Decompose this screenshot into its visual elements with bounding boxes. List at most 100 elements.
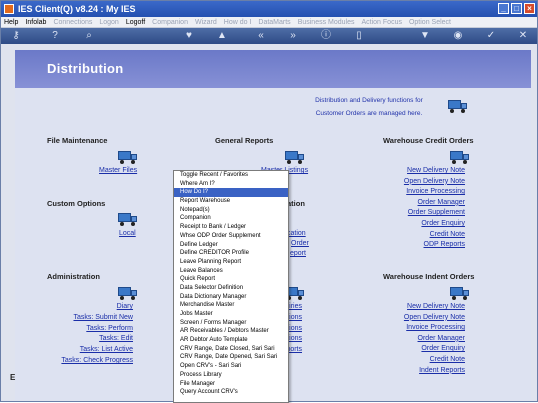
menu-item-companion: Companion xyxy=(152,18,188,26)
credit-order-link-4[interactable]: Order Supplement xyxy=(408,209,465,216)
up-arrow-icon[interactable]: ▲ xyxy=(216,30,228,42)
context-menu-item[interactable]: AR Debtor Auto Template xyxy=(174,336,288,345)
context-menu-item[interactable]: AR Receivables / Debtors Master xyxy=(174,327,288,336)
context-menu-item[interactable]: Notepad(s) xyxy=(174,206,288,215)
menu-bar: Help Infolab Connections Logon Logoff Compani… xyxy=(1,17,537,28)
context-menu-item[interactable]: How Do I? xyxy=(174,188,288,198)
section-middle-heading: ation xyxy=(287,199,305,208)
context-menu-item[interactable]: Companion xyxy=(174,214,288,223)
context-menu-item[interactable]: Leave Balances xyxy=(174,267,288,276)
link-middle-2[interactable]: Order xyxy=(291,240,309,247)
context-menu-item[interactable]: Whse ODP Order Supplement xyxy=(174,232,288,241)
menu-item-infolab[interactable]: Infolab xyxy=(25,19,46,26)
indent-order-link-5[interactable]: Credit Note xyxy=(430,356,465,363)
context-menu-item[interactable]: Toggle Recent / Favorites xyxy=(174,171,288,180)
credit-order-link-0[interactable]: New Delivery Note xyxy=(407,167,465,174)
menu-item-action-focus: Action Focus xyxy=(361,18,402,26)
menu-item-business-modules: Business Modules xyxy=(297,18,355,26)
page-icon[interactable]: ▯ xyxy=(353,30,365,42)
indent-order-link-4[interactable]: Order Enquiry xyxy=(421,345,465,352)
search-icon[interactable]: ⌕ xyxy=(83,30,95,42)
indent-order-link-6[interactable]: Indent Reports xyxy=(419,367,465,374)
help-icon[interactable]: ? xyxy=(49,30,61,42)
menu-item-how-do-i: How do I xyxy=(223,18,252,26)
title-bar: IES Client(Q) v8.24 : My IES _ □ × xyxy=(1,1,537,17)
app-window: IES Client(Q) v8.24 : My IES _ □ × Help I… xyxy=(0,0,538,403)
context-menu-item[interactable]: Query Account CRV's xyxy=(174,388,288,397)
menu-item-help[interactable]: Help xyxy=(4,19,18,26)
menu-item-wizard: Wizard xyxy=(194,18,217,26)
cancel-icon[interactable]: ✕ xyxy=(517,30,529,42)
context-menu-item[interactable]: CRV Range, Date Closed, Sari Sari xyxy=(174,345,288,354)
truck-icon xyxy=(450,147,470,165)
indent-order-link-0[interactable]: New Delivery Note xyxy=(407,303,465,310)
truck-icon xyxy=(450,283,470,301)
truck-icon xyxy=(118,283,138,301)
ok-icon[interactable]: ◉ xyxy=(452,30,464,42)
link-local[interactable]: Local xyxy=(119,230,136,237)
section-file-maintenance: File Maintenance xyxy=(47,136,108,145)
info-icon[interactable]: ⓘ xyxy=(320,30,332,42)
context-menu-item[interactable]: Data Dictionary Manager xyxy=(174,293,288,302)
menu-item-datamarts: DataMarts xyxy=(258,18,291,26)
context-menu-item[interactable]: Define CREDITOR Profile xyxy=(174,249,288,258)
context-menu-item[interactable]: Screen / Forms Manager xyxy=(174,319,288,328)
context-menu: Toggle Recent / Favorites Where Am I? How … xyxy=(173,170,289,403)
key-icon[interactable]: ⚷ xyxy=(7,30,25,42)
back-icon[interactable]: « xyxy=(255,30,267,42)
credit-order-link-3[interactable]: Order Manager xyxy=(418,199,465,206)
left-stub-label: E xyxy=(10,373,16,382)
heart-icon[interactable]: ♥ xyxy=(183,30,195,42)
context-menu-item[interactable]: Jobs Master xyxy=(174,310,288,319)
truck-icon xyxy=(285,147,305,165)
credit-order-link-2[interactable]: Invoice Processing xyxy=(406,188,465,195)
link-master-files[interactable]: Master Files xyxy=(99,167,137,174)
page-banner: Distribution xyxy=(15,50,531,88)
context-menu-item[interactable]: Process Library xyxy=(174,371,288,380)
admin-link-4[interactable]: Tasks: List Active xyxy=(80,346,133,353)
page-title: Distribution xyxy=(47,61,124,76)
section-warehouse-credit: Warehouse Credit Orders xyxy=(383,136,474,145)
context-menu-item[interactable]: Receipt to Bank / Ledger xyxy=(174,223,288,232)
section-general-reports: General Reports xyxy=(215,136,274,145)
admin-link-2[interactable]: Tasks: Perform xyxy=(86,325,133,332)
section-custom-options: Custom Options xyxy=(47,199,106,208)
app-logo-icon xyxy=(4,4,14,14)
section-warehouse-indent: Warehouse Indent Orders xyxy=(383,272,475,281)
credit-order-link-5[interactable]: Order Enquiry xyxy=(421,220,465,227)
indent-order-link-2[interactable]: Invoice Processing xyxy=(406,324,465,331)
context-menu-item[interactable]: File Manager xyxy=(174,380,288,389)
info-line-1: Distribution and Delivery functions for xyxy=(315,97,423,104)
link-middle-3[interactable]: eport xyxy=(290,250,306,257)
context-menu-item[interactable]: Where Am I? xyxy=(174,180,288,189)
maximize-button[interactable]: □ xyxy=(511,3,522,14)
close-button[interactable]: × xyxy=(524,3,535,14)
section-administration: Administration xyxy=(47,272,100,281)
link-middle-1[interactable]: cation xyxy=(287,230,306,237)
context-menu-item[interactable]: Quick Report xyxy=(174,275,288,284)
context-menu-item[interactable]: Open CRV's - Sari Sari xyxy=(174,362,288,371)
admin-link-0[interactable]: Diary xyxy=(117,303,133,310)
truck-icon xyxy=(118,147,138,165)
indent-order-link-3[interactable]: Order Manager xyxy=(418,335,465,342)
context-menu-item[interactable]: Data Selector Definition xyxy=(174,284,288,293)
credit-order-link-6[interactable]: Credit Note xyxy=(430,231,465,238)
context-menu-item[interactable]: Leave Planning Report xyxy=(174,258,288,267)
context-menu-item[interactable]: Report Warehouse xyxy=(174,197,288,206)
down-arrow-icon[interactable]: ▼ xyxy=(419,30,431,42)
context-menu-item[interactable]: Define Ledger xyxy=(174,241,288,250)
admin-link-5[interactable]: Tasks: Check Progress xyxy=(61,357,133,364)
admin-link-3[interactable]: Tasks: Edit xyxy=(99,335,133,342)
menu-item-option-select: Option Select xyxy=(408,18,451,26)
menu-item-logoff[interactable]: Logoff xyxy=(126,19,145,26)
credit-order-link-7[interactable]: ODP Reports xyxy=(424,241,466,248)
context-menu-item[interactable]: Merchandise Master xyxy=(174,301,288,310)
credit-order-link-1[interactable]: Open Delivery Note xyxy=(404,178,465,185)
forward-icon[interactable]: » xyxy=(287,30,299,42)
truck-icon xyxy=(118,209,138,227)
context-menu-item[interactable]: CRV Range, Date Opened, Sari Sari xyxy=(174,353,288,362)
minimize-button[interactable]: _ xyxy=(498,3,509,14)
indent-order-link-1[interactable]: Open Delivery Note xyxy=(404,314,465,321)
check-icon[interactable]: ✓ xyxy=(485,30,497,42)
admin-link-1[interactable]: Tasks: Submit New xyxy=(73,314,133,321)
